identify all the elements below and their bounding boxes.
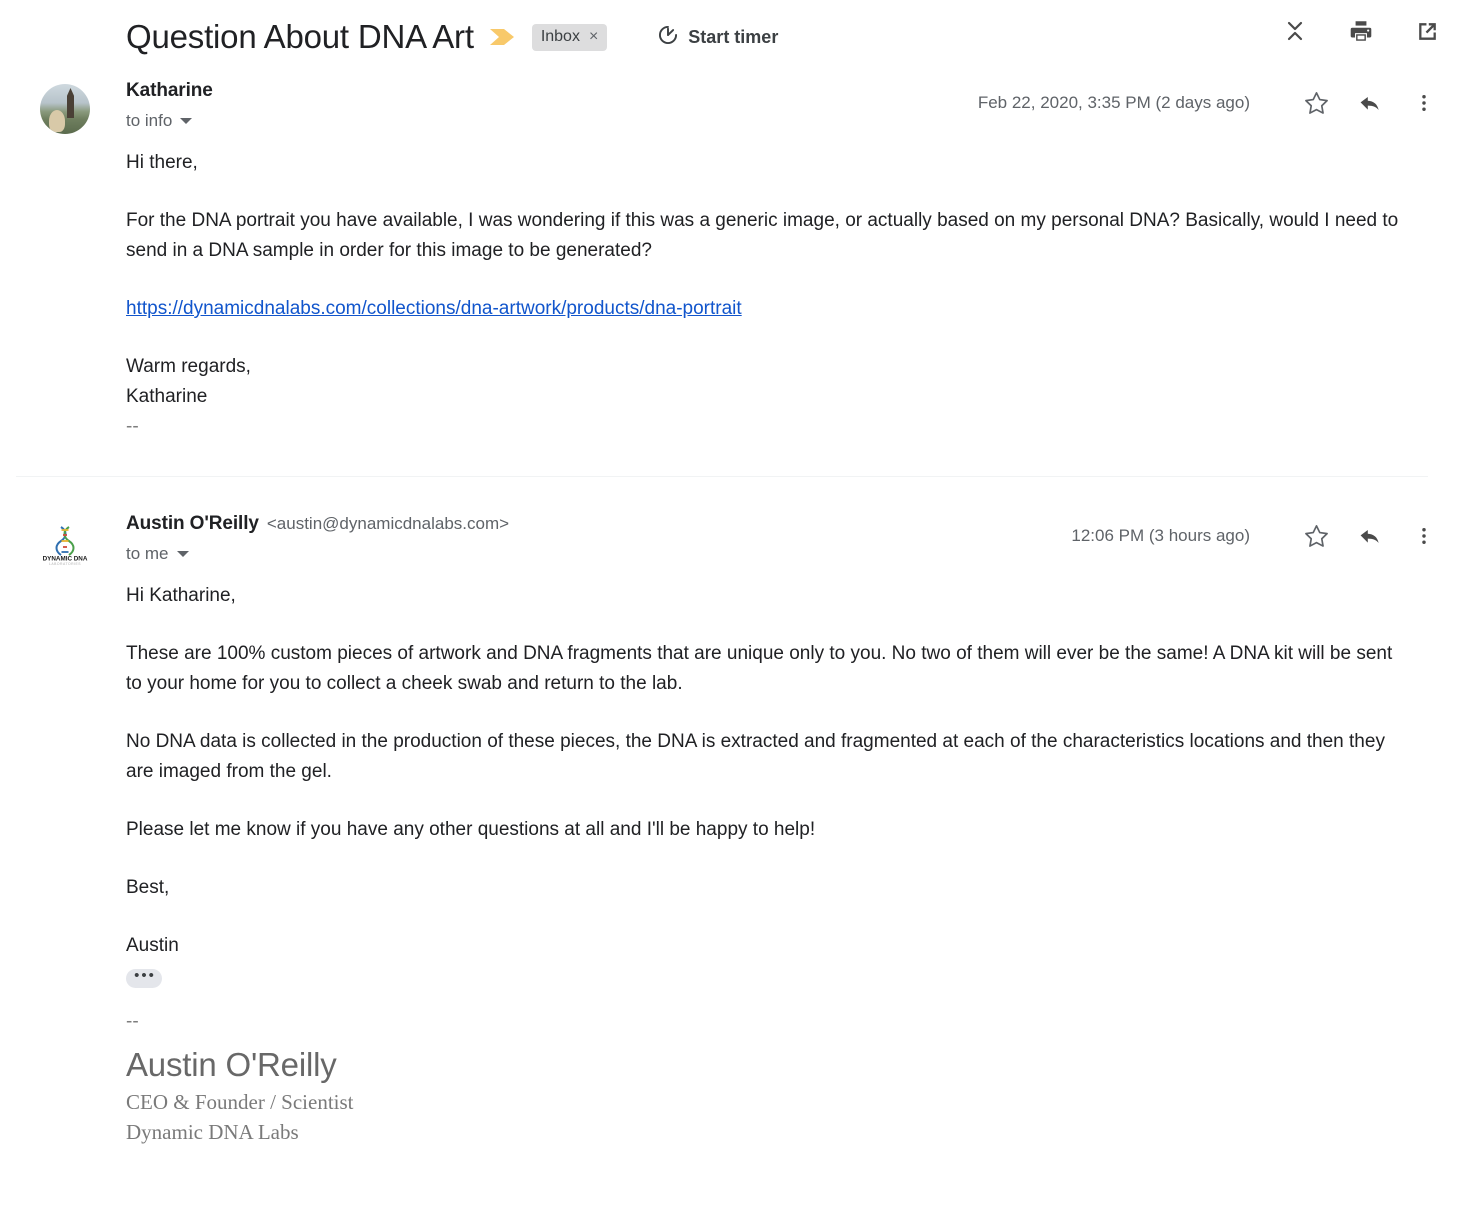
label-chip-text: Inbox (540, 27, 580, 45)
message-timestamp: 12:06 PM (3 hours ago) (1071, 526, 1250, 545)
sender-name: Katharine (126, 80, 213, 101)
recipient-details-toggle[interactable]: to info (126, 111, 978, 131)
closing-line-2: Katharine (126, 386, 208, 407)
collapse-all-icon[interactable] (1280, 16, 1310, 46)
message-1-body: Hi there, For the DNA portrait you have … (0, 134, 1444, 442)
message-1-header: Katharine to info Feb 22, 2020, 3:35 PM … (0, 70, 1444, 134)
signature-name: Austin O'Reilly (126, 1045, 337, 1083)
print-icon[interactable] (1346, 16, 1376, 46)
message-2-header: DYNAMIC DNA LABORATORIES Austin O'Reilly… (0, 503, 1444, 567)
more-options-icon[interactable] (1404, 519, 1444, 553)
chevron-down-icon[interactable] (176, 551, 189, 557)
sender-name: Austin O'Reilly (126, 513, 259, 534)
important-marker-icon[interactable] (489, 27, 516, 47)
more-options-icon[interactable] (1404, 86, 1444, 120)
message-divider (16, 476, 1428, 477)
avatar[interactable]: DYNAMIC DNA LABORATORIES (40, 517, 90, 567)
signature-company: Dynamic DNA Labs (126, 1119, 299, 1144)
chevron-down-icon[interactable] (180, 118, 193, 124)
star-icon[interactable] (1296, 519, 1336, 553)
avatar-photo-detail (67, 88, 74, 118)
label-chip-inbox[interactable]: Inbox × (531, 23, 608, 51)
recipient-details-toggle[interactable]: to me (126, 544, 1071, 564)
page-title: Question About DNA Art (126, 18, 474, 55)
recipient-label: to me (126, 544, 169, 563)
sender-email: <austin@dynamicdnalabs.com> (266, 514, 510, 533)
message-paragraph: Austin (126, 935, 179, 956)
logo-subwordmark: LABORATORIES (49, 562, 81, 566)
message-paragraph: No DNA data is collected in the producti… (126, 731, 1385, 782)
signature-separator: -- (126, 416, 139, 437)
reply-icon[interactable] (1350, 519, 1390, 553)
start-timer-label: Start timer (688, 26, 779, 47)
thread-header-actions (1280, 16, 1442, 46)
message-paragraph: Hi there, (126, 152, 198, 173)
open-in-new-window-icon[interactable] (1412, 16, 1442, 46)
message-2-sender-block: Austin O'Reilly <austin@dynamicdnalabs.c… (126, 513, 1071, 564)
label-chip-remove-icon[interactable]: × (589, 28, 598, 45)
message-1-sender-block: Katharine to info (126, 80, 978, 131)
message-link-paragraph: https://dynamicdnalabs.com/collections/d… (126, 294, 1408, 324)
message-paragraph: Best, (126, 877, 170, 898)
message-1-meta: Feb 22, 2020, 3:35 PM (2 days ago) (978, 80, 1444, 120)
message-closing: Warm regards, Katharine (126, 352, 1408, 412)
closing-line-1: Warm regards, (126, 356, 251, 377)
message-2-body: Hi Katharine, These are 100% custom piec… (0, 567, 1444, 1147)
message-paragraph: For the DNA portrait you have available,… (126, 210, 1399, 261)
thread-header: Question About DNA Art Inbox × Start tim… (0, 0, 1474, 70)
recipient-label: to info (126, 111, 173, 130)
stopwatch-icon (657, 24, 679, 51)
product-link[interactable]: https://dynamicdnalabs.com/collections/d… (126, 298, 742, 319)
signature-separator: -- (126, 1010, 139, 1032)
message-1[interactable]: Katharine to info Feb 22, 2020, 3:35 PM … (0, 70, 1474, 477)
dynamic-dna-logo-icon: DYNAMIC DNA LABORATORIES (43, 526, 88, 566)
message-2-meta: 12:06 PM (3 hours ago) (1071, 513, 1444, 553)
message-paragraph: Hi Katharine, (126, 585, 236, 606)
start-timer-button[interactable]: Start timer (657, 24, 778, 51)
message-paragraph: Please let me know if you have any other… (126, 819, 816, 840)
message-paragraph: These are 100% custom pieces of artwork … (126, 643, 1393, 694)
email-signature: Austin O'Reilly CEO & Founder / Scientis… (126, 1037, 1408, 1147)
avatar-photo-subject (49, 110, 65, 132)
show-trimmed-content-button[interactable]: ••• (126, 966, 162, 988)
message-2[interactable]: DYNAMIC DNA LABORATORIES Austin O'Reilly… (0, 503, 1474, 1147)
message-timestamp: Feb 22, 2020, 3:35 PM (2 days ago) (977, 93, 1250, 112)
star-icon[interactable] (1296, 86, 1336, 120)
avatar[interactable] (40, 84, 90, 134)
signature-role: CEO & Founder / Scientist (126, 1089, 354, 1114)
reply-icon[interactable] (1350, 86, 1390, 120)
show-trimmed-content-label: ••• (134, 966, 156, 984)
